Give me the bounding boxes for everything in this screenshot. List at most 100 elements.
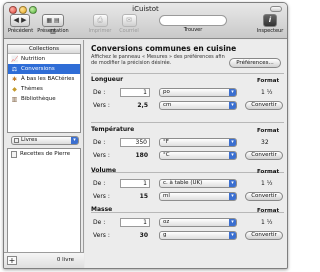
section-title: Masse: [91, 206, 113, 213]
unit-label: °C: [163, 152, 170, 158]
print-label: Imprimer: [88, 28, 112, 34]
chevron-down-icon: ▾: [229, 193, 236, 200]
search-label: Trouver: [183, 27, 203, 33]
book-count: 0 livre: [56, 257, 74, 263]
sidebar: Collections 📈 Nutrition ⚖ Conversions ✱ …: [4, 40, 84, 268]
from-value-input[interactable]: 1: [120, 179, 150, 188]
books-selector-label: Livres: [21, 137, 38, 143]
from-label: De :: [93, 89, 106, 96]
previous-button[interactable]: ◀ ▶ Précédent: [8, 14, 34, 34]
unit-label: g: [163, 232, 167, 238]
convert-button[interactable]: Convertir: [245, 231, 283, 240]
add-book-button[interactable]: +: [7, 256, 17, 265]
collection-item-bibliotheque[interactable]: ▥ Bibliothèque: [8, 94, 80, 104]
section-masse: Masse Format De : 1 oz ▾ 1 ½ Vers : 30 g…: [85, 206, 287, 252]
collection-item-nutrition[interactable]: 📈 Nutrition: [8, 54, 80, 64]
from-unit-select[interactable]: c. à table (UK) ▾: [159, 179, 237, 188]
section-title: Température: [91, 126, 135, 133]
to-value: 15: [139, 193, 148, 200]
from-value-input[interactable]: 350: [120, 138, 150, 147]
collection-item-bacteries[interactable]: ✱ À bas les BACtéries: [8, 74, 80, 84]
print-button[interactable]: ⎙ Imprimer: [87, 14, 113, 34]
to-value: 30: [139, 232, 148, 239]
from-label: De :: [93, 180, 106, 187]
chevron-down-icon: ▾: [229, 102, 236, 109]
convert-button[interactable]: Convertir: [245, 151, 283, 160]
to-value: 2,5: [137, 102, 148, 109]
from-value-input[interactable]: 1: [120, 218, 150, 227]
format-value: 1 ½: [261, 219, 273, 226]
to-unit-select[interactable]: g ▾: [159, 231, 237, 240]
chevron-down-icon: ▾: [229, 180, 236, 187]
scale-icon: ⚖: [11, 65, 18, 73]
to-label: Vers :: [93, 193, 110, 200]
info-icon: i: [263, 14, 277, 27]
unit-label: po: [163, 89, 170, 95]
collection-label: À bas les BACtéries: [21, 76, 75, 82]
collections-header: Collections: [8, 45, 80, 54]
to-unit-select[interactable]: ml ▾: [159, 192, 237, 201]
section-title: Longueur: [91, 76, 124, 83]
books-selector[interactable]: Livres ▾: [11, 136, 79, 145]
search-input[interactable]: [159, 15, 227, 26]
format-value: 1 ½: [261, 89, 273, 96]
from-unit-select[interactable]: po ▾: [159, 88, 237, 97]
app-window: iCuistot ◀ ▶ Précédent ▦ ▤ ▥ Présentatio…: [3, 2, 288, 269]
section-longueur: Longueur Format De : 1 po ▾ 1 ½ Vers : 2…: [85, 76, 287, 122]
format-header: Format: [257, 128, 280, 134]
to-unit-select[interactable]: °C ▾: [159, 151, 237, 160]
book-icon: [14, 138, 19, 143]
layout-icon: ▦ ▤ ▥: [42, 14, 64, 35]
from-value-input[interactable]: 1: [120, 88, 150, 97]
books-list: Recettes de Pierre: [7, 148, 81, 268]
presentation-label: Présentation: [37, 28, 69, 34]
bacteria-icon: ✱: [11, 75, 18, 83]
chart-icon: 📈: [11, 55, 19, 63]
section-title: Volume: [91, 167, 117, 174]
to-label: Vers :: [93, 232, 110, 239]
panel-description: Affichez le panneau « Mesures » des préf…: [91, 54, 225, 66]
collection-label: Nutrition: [21, 56, 46, 62]
mail-button[interactable]: ✉ Courriel: [116, 14, 142, 34]
collection-item-themes[interactable]: ◆ Thèmes: [8, 84, 80, 94]
chevron-down-icon: ▾: [229, 139, 236, 146]
collection-item-conversions[interactable]: ⚖ Conversions: [8, 64, 80, 74]
convert-button[interactable]: Convertir: [245, 192, 283, 201]
recipe-book-icon: [11, 150, 17, 158]
inspector-button[interactable]: i Inspecteur: [255, 14, 285, 34]
toolbar-toggle-button[interactable]: [270, 6, 282, 12]
unit-label: cm: [163, 102, 172, 108]
to-label: Vers :: [93, 152, 110, 159]
book-label: Recettes de Pierre: [20, 151, 71, 157]
unit-label: ml: [163, 193, 170, 199]
sidebar-footer: + 0 livre: [4, 252, 84, 268]
presentation-button[interactable]: ▦ ▤ ▥ Présentation: [36, 14, 70, 35]
format-value: 1 ½: [261, 180, 273, 187]
from-label: De :: [93, 219, 106, 226]
unit-label: c. à table (UK): [163, 180, 203, 186]
unit-label: oz: [163, 219, 170, 225]
chevron-down-icon: ▾: [229, 232, 236, 239]
book-item[interactable]: Recettes de Pierre: [8, 149, 80, 159]
collection-label: Thèmes: [21, 86, 43, 92]
format-value: 32: [261, 139, 269, 146]
chevron-down-icon: ▾: [71, 137, 78, 144]
from-label: De :: [93, 139, 106, 146]
chevron-down-icon: ▾: [229, 89, 236, 96]
from-unit-select[interactable]: oz ▾: [159, 218, 237, 227]
from-unit-select[interactable]: °F ▾: [159, 138, 237, 147]
preferences-button[interactable]: Préférences...: [229, 58, 281, 68]
to-label: Vers :: [93, 102, 110, 109]
format-header: Format: [257, 208, 280, 214]
chevron-down-icon: ▾: [229, 219, 236, 226]
to-value: 180: [135, 152, 148, 159]
convert-button[interactable]: Convertir: [245, 101, 283, 110]
previous-label: Précédent: [8, 28, 34, 34]
collection-label: Conversions: [21, 66, 55, 72]
divider: [91, 122, 284, 123]
divider: [91, 73, 284, 74]
section-temperature: Température Format De : 350 °F ▾ 32 Vers…: [85, 126, 287, 172]
to-unit-select[interactable]: cm ▾: [159, 101, 237, 110]
window-title: iCuistot: [132, 5, 159, 13]
theme-icon: ◆: [12, 85, 17, 93]
